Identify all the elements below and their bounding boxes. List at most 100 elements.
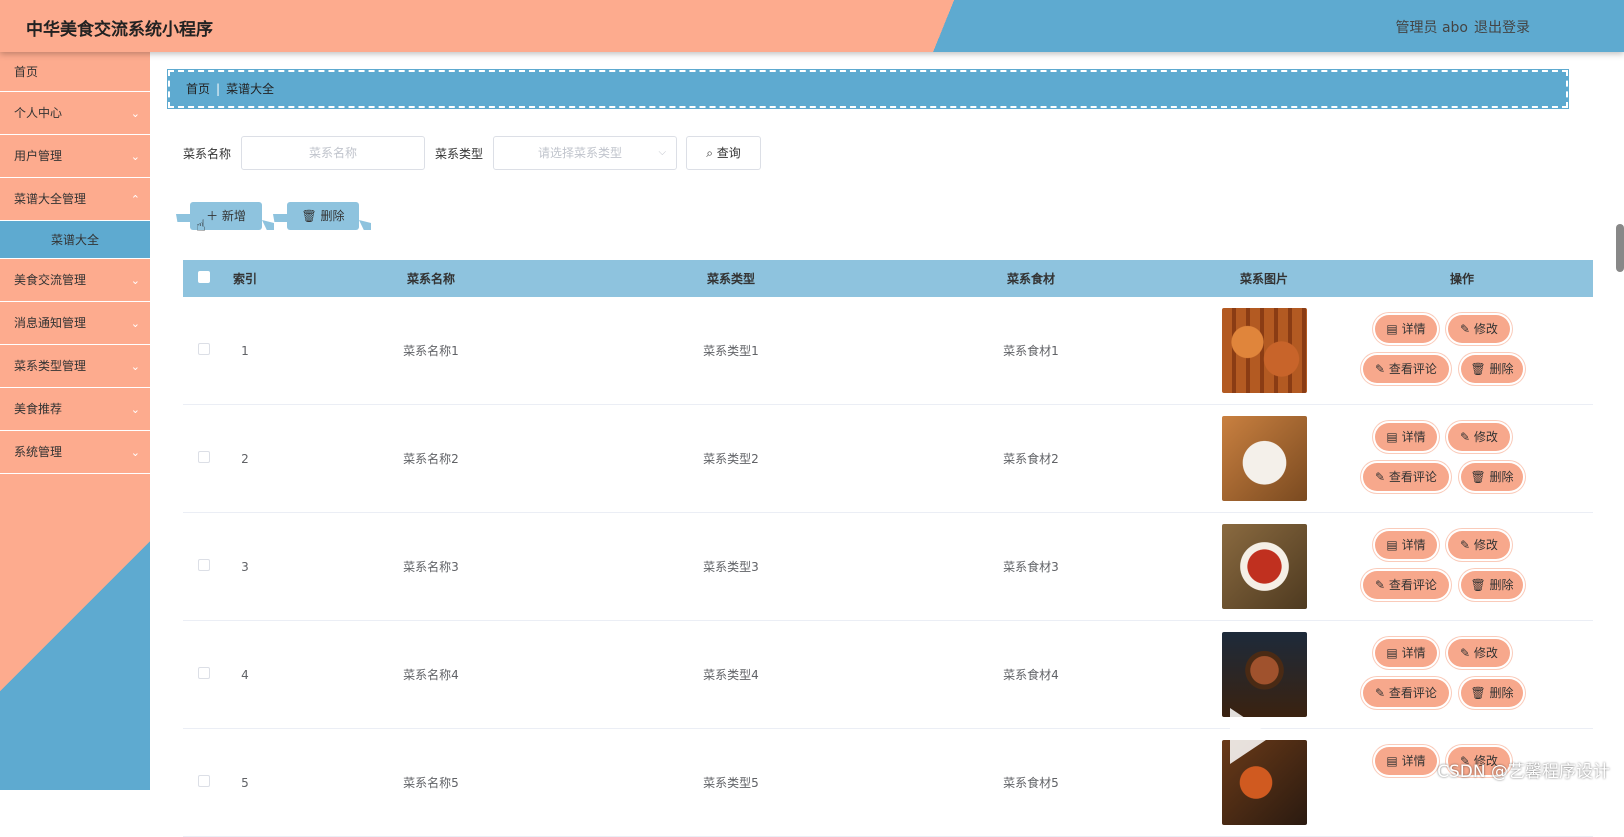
edit-icon: ✎ (1460, 538, 1474, 552)
delete-button[interactable]: 🗑 删除 (1461, 355, 1523, 383)
row-operations: ▤ 详情 ✎ 修改 ✎ 查看评论 🗑 删除 (1331, 405, 1593, 512)
top-header: 中华美食交流系统小程序 管理员 abo 退出登录 (0, 0, 1624, 52)
edit-button[interactable]: ✎ 修改 (1448, 423, 1510, 451)
play-icon (1230, 708, 1272, 764)
sidebar-item-notifications[interactable]: 消息通知管理 ⌄ (0, 302, 150, 345)
sidebar: 首页 个人中心 ⌄ 用户管理 ⌄ 菜谱大全管理 ⌃ 菜谱大全 美食交流管理 ⌄ … (0, 52, 150, 790)
chevron-down-icon: ⌄ (131, 135, 140, 178)
query-label: 查询 (717, 146, 741, 160)
row-checkbox[interactable] (198, 775, 210, 787)
table-row: 3 菜系名称3 菜系类型3 菜系食材3 ▤ 详情 ✎ 修改 ✎ 查看评论 🗑 删… (183, 513, 1593, 621)
delete-label: 删除 (1490, 470, 1514, 484)
detail-button[interactable]: ▤ 详情 (1375, 639, 1437, 667)
sidebar-item-cuisine-types[interactable]: 菜系类型管理 ⌄ (0, 345, 150, 388)
row-checkbox[interactable] (198, 559, 210, 571)
delete-button[interactable]: 🗑 删除 (1461, 571, 1523, 599)
logout-link[interactable]: 退出登录 (1474, 17, 1530, 37)
query-button[interactable]: ⌕ 查询 (686, 136, 761, 170)
admin-user: 管理员 abo (1396, 17, 1468, 37)
bulk-delete-label: 删除 (321, 209, 345, 223)
row-checkbox[interactable] (198, 667, 210, 679)
food-image[interactable] (1222, 308, 1307, 393)
sidebar-item-label: 菜系类型管理 (14, 359, 86, 373)
view-comments-button[interactable]: ✎ 查看评论 (1363, 679, 1449, 707)
detail-button[interactable]: ▤ 详情 (1375, 423, 1437, 451)
food-image[interactable] (1222, 524, 1307, 609)
edit-icon: ✎ (1375, 686, 1389, 700)
trash-icon: 🗑 (301, 209, 320, 223)
view-comments-button[interactable]: ✎ 查看评论 (1363, 355, 1449, 383)
row-operations: ▤ 详情 ✎ 修改 (1331, 729, 1593, 836)
hand-cursor-icon: ☝ (196, 216, 206, 235)
sidebar-item-user-management[interactable]: 用户管理 ⌄ (0, 135, 150, 178)
edit-label: 修改 (1474, 322, 1498, 336)
cell-type: 菜系类型1 (597, 342, 865, 359)
delete-label: 删除 (1490, 362, 1514, 376)
chevron-down-icon: ⌄ (131, 92, 140, 135)
sidebar-item-food-exchange[interactable]: 美食交流管理 ⌄ (0, 259, 150, 302)
table-row: 1 菜系名称1 菜系类型1 菜系食材1 ▤ 详情 ✎ 修改 ✎ 查看评论 🗑 删… (183, 297, 1593, 405)
edit-icon: ✎ (1375, 578, 1389, 592)
edit-label: 修改 (1474, 538, 1498, 552)
comments-label: 查看评论 (1389, 578, 1437, 592)
detail-button[interactable]: ▤ 详情 (1375, 531, 1437, 559)
type-filter-label: 菜系类型 (435, 145, 483, 162)
cell-type: 菜系类型5 (597, 774, 865, 791)
food-image[interactable] (1222, 632, 1307, 717)
cell-index: 1 (225, 344, 265, 358)
sidebar-item-system[interactable]: 系统管理 ⌄ (0, 431, 150, 474)
edit-icon: ✎ (1460, 646, 1474, 660)
sidebar-subitem-recipes[interactable]: 菜谱大全 (0, 221, 150, 259)
delete-button[interactable]: 🗑 删除 (1461, 463, 1523, 491)
name-filter-input[interactable]: 菜系名称 (241, 136, 425, 170)
food-image[interactable] (1222, 416, 1307, 501)
view-comments-button[interactable]: ✎ 查看评论 (1363, 463, 1449, 491)
cell-name: 菜系名称1 (265, 342, 597, 359)
table-row: 5 菜系名称5 菜系类型5 菜系食材5 ▤ 详情 ✎ 修改 (183, 729, 1593, 837)
cell-name: 菜系名称4 (265, 666, 597, 683)
row-checkbox[interactable] (198, 343, 210, 355)
sidebar-item-personal-center[interactable]: 个人中心 ⌄ (0, 92, 150, 135)
table-row: 2 菜系名称2 菜系类型2 菜系食材2 ▤ 详情 ✎ 修改 ✎ 查看评论 🗑 删… (183, 405, 1593, 513)
row-checkbox[interactable] (198, 451, 210, 463)
header-type: 菜系类型 (597, 270, 865, 287)
document-icon: ▤ (1386, 430, 1401, 444)
sidebar-item-home[interactable]: 首页 (0, 52, 150, 92)
breadcrumb-current: 菜谱大全 (226, 82, 274, 96)
view-comments-button[interactable]: ✎ 查看评论 (1363, 571, 1449, 599)
edit-button[interactable]: ✎ 修改 (1448, 531, 1510, 559)
cell-index: 5 (225, 776, 265, 790)
watermark: CSDN @艺馨程序设计 (1437, 757, 1610, 782)
vertical-scrollbar[interactable] (1616, 224, 1624, 272)
edit-label: 修改 (1474, 646, 1498, 660)
cell-index: 3 (225, 560, 265, 574)
detail-label: 详情 (1402, 538, 1426, 552)
delete-label: 删除 (1490, 578, 1514, 592)
header-operations: 操作 (1331, 270, 1593, 287)
detail-button[interactable]: ▤ 详情 (1375, 315, 1437, 343)
name-filter-label: 菜系名称 (183, 145, 231, 162)
row-operations: ▤ 详情 ✎ 修改 ✎ 查看评论 🗑 删除 (1331, 513, 1593, 620)
chevron-up-icon: ⌃ (131, 178, 140, 221)
cell-type: 菜系类型2 (597, 450, 865, 467)
sidebar-item-recommendations[interactable]: 美食推荐 ⌄ (0, 388, 150, 431)
edit-button[interactable]: ✎ 修改 (1448, 315, 1510, 343)
chevron-down-icon: ⌄ (131, 259, 140, 302)
sidebar-item-label: 美食交流管理 (14, 273, 86, 287)
type-filter-select[interactable]: 请选择菜系类型 ⌵ (493, 136, 677, 170)
app-title: 中华美食交流系统小程序 (26, 15, 213, 40)
add-label: 新增 (222, 209, 246, 223)
select-all-checkbox[interactable] (198, 271, 210, 283)
type-filter-placeholder: 请选择菜系类型 (538, 146, 622, 160)
delete-button[interactable]: 🗑 删除 (1461, 679, 1523, 707)
detail-button[interactable]: ▤ 详情 (1375, 747, 1437, 775)
breadcrumb-home[interactable]: 首页 (186, 82, 210, 96)
header-index: 索引 (225, 270, 265, 287)
edit-button[interactable]: ✎ 修改 (1448, 639, 1510, 667)
sidebar-item-recipe-management[interactable]: 菜谱大全管理 ⌃ (0, 178, 150, 221)
cell-ingredient: 菜系食材1 (865, 342, 1197, 359)
bulk-delete-button[interactable]: 🗑 删除 (287, 202, 359, 230)
edit-label: 修改 (1474, 430, 1498, 444)
document-icon: ▤ (1386, 646, 1401, 660)
document-icon: ▤ (1386, 754, 1401, 768)
